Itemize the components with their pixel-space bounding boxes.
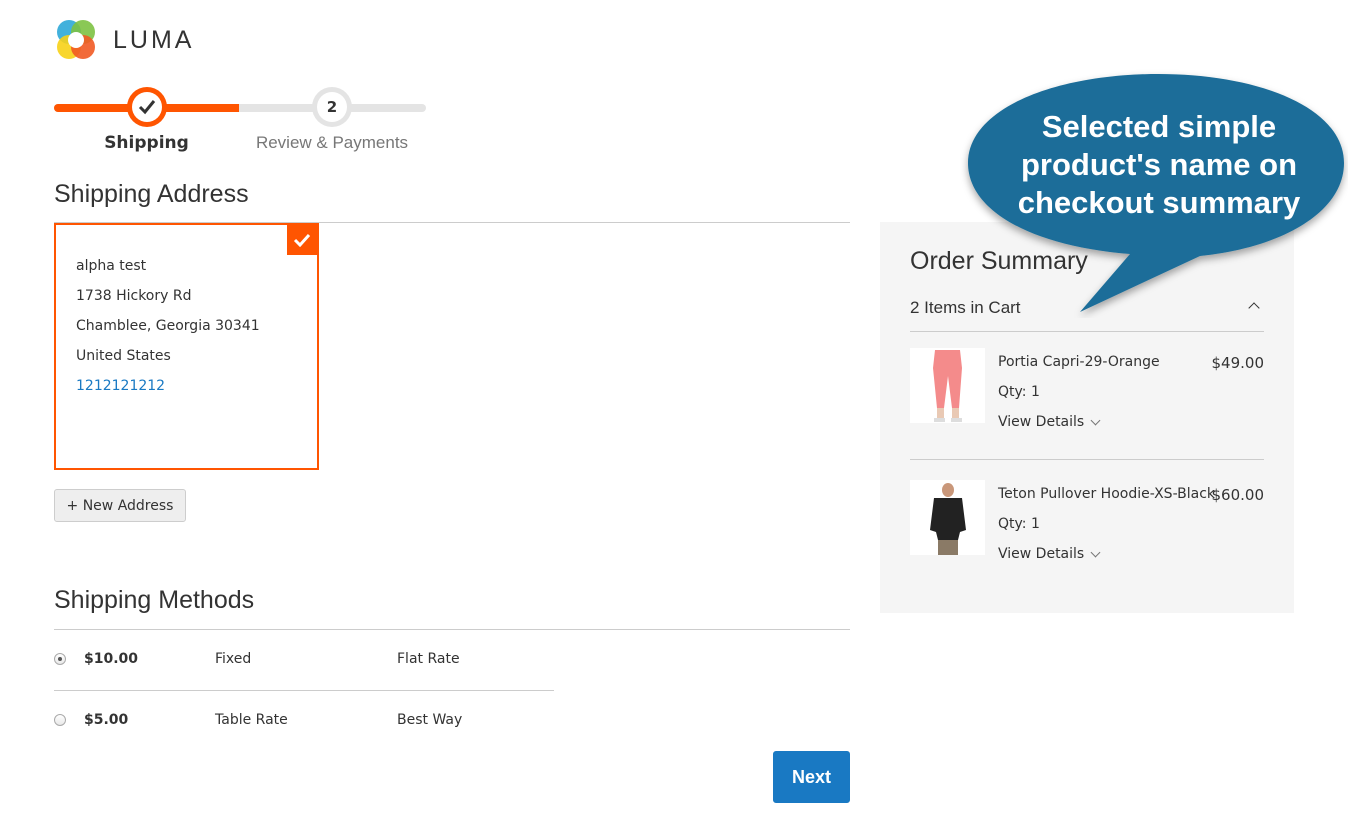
view-details-label: View Details [998,546,1085,562]
step-review-label: Review & Payments [255,133,409,152]
view-details-toggle[interactable]: View Details [998,546,1101,562]
view-details-label: View Details [998,414,1085,430]
shipping-address-title: Shipping Address [54,180,249,208]
method-price: $10.00 [84,651,139,667]
selected-address-card[interactable]: alpha test 1738 Hickory Rd Chamblee, Geo… [54,223,319,470]
luma-logo-icon [54,18,98,62]
address-street: 1738 Hickory Rd [76,288,192,304]
carrier-name: Flat Rate [397,651,460,667]
chevron-down-icon [1090,547,1101,557]
method-name: Fixed [215,651,252,667]
step-number: 2 [317,92,347,122]
product-name: Teton Pullover Hoodie-XS-Black [998,486,1215,502]
callout-line: Selected simple [1041,109,1277,144]
carrier-name: Best Way [397,712,463,728]
product-name: Portia Capri-29-Orange [998,354,1160,370]
divider [54,690,554,691]
product-price: $60.00 [1211,486,1265,504]
address-name: alpha test [76,258,147,274]
step-shipping-label: Shipping [104,133,189,153]
address-phone-link[interactable]: 1212121212 [76,371,297,401]
product-price: $49.00 [1211,354,1265,372]
method-radio[interactable] [54,714,66,726]
product-qty: Qty: 1 [998,384,1040,400]
callout-text: Selected simple product's name on checko… [1000,108,1318,222]
product-qty: Qty: 1 [998,516,1040,532]
logo-text: LUMA [113,25,195,54]
method-price: $5.00 [84,712,129,728]
method-radio[interactable] [54,653,66,665]
checkmark-icon [138,100,156,115]
new-address-button[interactable]: + New Address [54,489,186,522]
chevron-down-icon [1090,415,1101,425]
product-thumbnail[interactable] [910,480,985,555]
luma-logo[interactable]: LUMA [54,18,194,62]
step-shipping-indicator [127,87,167,127]
callout-line: checkout summary [1017,185,1301,220]
address-country: United States [76,348,171,364]
address-city: Chamblee, Georgia 30341 [76,318,260,334]
divider [54,629,850,630]
product-thumbnail[interactable] [910,348,985,423]
selected-check-badge [287,225,317,255]
callout-line: product's name on [1020,147,1298,182]
shipping-method-row[interactable]: $10.00 Fixed Flat Rate [54,644,554,674]
method-name: Table Rate [215,712,288,728]
step-review-indicator: 2 [312,87,352,127]
shipping-methods-title: Shipping Methods [54,586,255,614]
checkmark-icon [293,233,311,247]
divider [910,459,1264,460]
shipping-method-row[interactable]: $5.00 Table Rate Best Way [54,705,554,735]
checkout-progress: 2 Shipping Review & Payments [54,86,426,156]
view-details-toggle[interactable]: View Details [998,414,1101,430]
next-button[interactable]: Next [773,751,850,803]
